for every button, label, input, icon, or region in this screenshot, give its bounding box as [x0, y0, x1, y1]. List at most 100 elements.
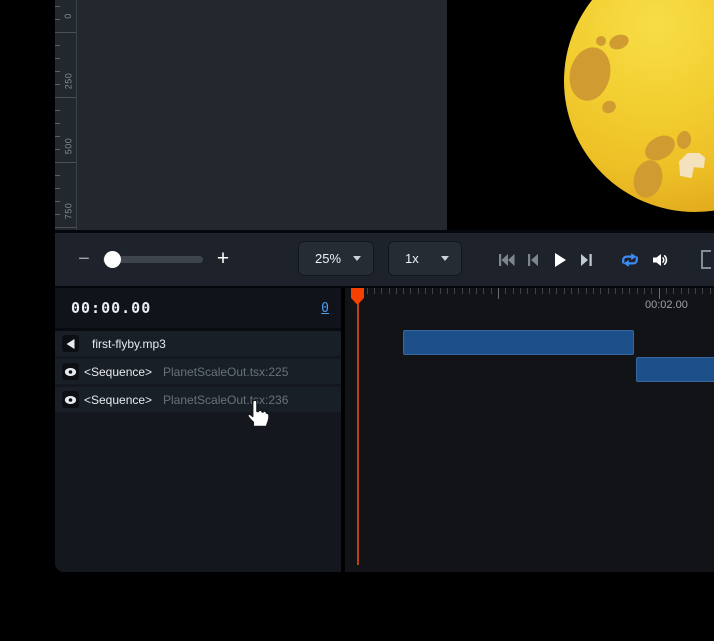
ruler-major-line — [55, 32, 76, 33]
loop-button[interactable] — [619, 233, 641, 286]
ruler-minor-tick — [55, 45, 60, 46]
chevron-down-icon — [441, 256, 449, 261]
timeline-minor-tick — [505, 288, 506, 294]
track-source: PlanetScaleOut.tsx:225 — [163, 365, 288, 379]
mute-toggle[interactable] — [62, 335, 79, 352]
playback-rate-select[interactable]: 1x — [388, 241, 462, 276]
zoom-level-select[interactable]: 25% — [298, 241, 374, 276]
volume-icon — [652, 252, 670, 268]
timeline-minor-tick — [520, 288, 521, 294]
ruler-label: 750 — [60, 197, 76, 225]
timeline-minor-tick — [688, 288, 689, 294]
timeline-minor-tick — [410, 288, 411, 294]
timeline-minor-tick — [396, 288, 397, 294]
timeline-minor-tick — [389, 288, 390, 294]
timeline-minor-tick — [381, 288, 382, 294]
timeline-minor-tick — [418, 288, 419, 294]
timeline-minor-tick — [600, 288, 601, 294]
vertical-ruler: 0250500750 — [55, 0, 77, 230]
zoom-out-button[interactable]: − — [73, 247, 95, 271]
play-icon — [553, 252, 567, 268]
timeline-lanes[interactable]: 00:02.00 — [345, 288, 714, 572]
track-row-sequence-2[interactable]: <Sequence> PlanetScaleOut.tsx:236 — [55, 387, 341, 412]
ruler-major-line — [55, 227, 76, 228]
visibility-toggle[interactable] — [62, 363, 79, 380]
sequence-bar[interactable] — [403, 330, 634, 355]
timeline-minor-tick — [440, 288, 441, 294]
playback-rate-value: 1x — [405, 251, 419, 266]
play-button[interactable] — [552, 233, 568, 286]
timeline-minor-tick — [681, 288, 682, 294]
zoom-in-button[interactable]: + — [211, 246, 235, 272]
timeline-section: 00:00.00 0 first-flyby.mp3 — [55, 288, 714, 572]
skip-to-start-icon — [498, 253, 515, 267]
timeline-minor-tick — [367, 288, 368, 294]
timeline-minor-tick — [542, 288, 543, 294]
timeline-minor-tick — [673, 288, 674, 294]
ruler-label: 250 — [60, 67, 76, 95]
visibility-toggle[interactable] — [62, 391, 79, 408]
timeline-minor-tick — [549, 288, 550, 294]
timeline-minor-tick — [476, 288, 477, 294]
previous-frame-button[interactable] — [526, 233, 540, 286]
timeline-minor-tick — [374, 288, 375, 294]
track-row-audio[interactable]: first-flyby.mp3 — [55, 331, 341, 356]
timeline-minor-tick — [593, 288, 594, 294]
timeline-track-panel: 00:00.00 0 first-flyby.mp3 — [55, 288, 341, 572]
timeline-minor-tick — [586, 288, 587, 294]
next-frame-button[interactable] — [579, 233, 594, 286]
ruler-major-line — [55, 162, 76, 163]
ruler-minor-tick — [55, 110, 60, 111]
fullscreen-button[interactable] — [700, 233, 712, 286]
ruler-minor-tick — [55, 188, 60, 189]
ruler-minor-tick — [55, 123, 60, 124]
timeline-minor-tick — [651, 288, 652, 294]
timeline-minor-tick — [513, 288, 514, 294]
timeline-minor-tick — [425, 288, 426, 294]
timeline-minor-tick — [556, 288, 557, 294]
timeline-minor-tick — [702, 288, 703, 294]
chevron-down-icon — [353, 256, 361, 261]
timeline-minor-tick — [644, 288, 645, 294]
timeline-major-tick — [498, 288, 499, 299]
timeline-minor-tick — [454, 288, 455, 294]
timeline-minor-tick — [527, 288, 528, 294]
timeline-minor-tick — [666, 288, 667, 294]
timecode-display: 00:00.00 — [71, 288, 151, 328]
volume-button[interactable] — [651, 233, 671, 286]
timeline-minor-tick — [483, 288, 484, 294]
timeline-minor-tick — [695, 288, 696, 294]
timeline-minor-tick — [432, 288, 433, 294]
ruler-label: 500 — [60, 132, 76, 160]
timeline-minor-tick — [469, 288, 470, 294]
ruler-major-line — [55, 97, 76, 98]
eye-icon — [64, 367, 77, 377]
timeline-minor-tick — [615, 288, 616, 294]
zoom-level-value: 25% — [315, 251, 341, 266]
hand-pointer-cursor — [245, 399, 270, 428]
loop-icon — [620, 252, 640, 268]
next-frame-icon — [580, 253, 593, 267]
frame-link[interactable]: 0 — [321, 288, 329, 328]
studio-page: { "preview": { "ruler_labels": ["0", "25… — [0, 0, 714, 641]
ruler-minor-tick — [55, 58, 60, 59]
eye-icon — [64, 395, 77, 405]
zoom-slider-thumb[interactable] — [104, 251, 121, 268]
timeline-minor-tick — [710, 288, 711, 294]
playhead-marker[interactable] — [351, 288, 364, 305]
ruler-minor-tick — [55, 175, 60, 176]
skip-to-start-button[interactable] — [496, 233, 516, 286]
playback-toolbar: − + 25% 1x — [55, 233, 714, 286]
fullscreen-bracket-icon — [701, 250, 711, 269]
speaker-icon — [65, 338, 76, 350]
track-row-sequence-1[interactable]: <Sequence> PlanetScaleOut.tsx:225 — [55, 359, 341, 384]
timeline-minor-tick — [571, 288, 572, 294]
video-preview — [447, 0, 714, 230]
sequence-bar[interactable] — [636, 357, 714, 382]
timeline-header: 00:00.00 0 — [55, 288, 341, 328]
track-label: <Sequence> — [84, 393, 152, 407]
track-label: <Sequence> — [84, 365, 152, 379]
timeline-minor-tick — [608, 288, 609, 294]
playhead-line — [357, 288, 359, 565]
preview-canvas: 0250500750 — [55, 0, 714, 230]
